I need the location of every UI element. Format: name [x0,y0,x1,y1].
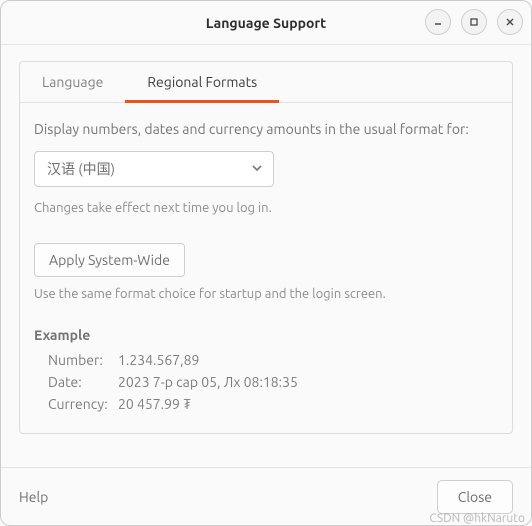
close-button[interactable]: Close [437,480,513,514]
example-number-label: Number: [34,349,114,371]
window-title: Language Support [206,15,326,31]
tab-language[interactable]: Language [20,62,125,102]
tabs-container: Language Regional Formats Display number… [19,61,513,434]
dialog-footer: Help Close [1,467,531,525]
regional-formats-panel: Display numbers, dates and currency amou… [20,103,512,421]
help-button[interactable]: Help [19,489,48,505]
tab-regional-formats[interactable]: Regional Formats [125,62,279,103]
example-block: Example Number: 1.234.567,89 Date: 2023 … [34,327,498,415]
locale-select[interactable]: 汉语 (中国) [34,151,274,187]
titlebar: Language Support [1,1,531,45]
example-currency-label: Currency: [34,393,114,415]
example-date-row: Date: 2023 7-р сар 05, Лх 08:18:35 [34,371,498,393]
example-number-value: 1.234.567,89 [114,349,199,371]
window-controls [425,9,523,35]
close-window-button[interactable] [497,9,523,35]
locale-selected-value: 汉语 (中国) [47,159,115,179]
apply-system-wide-button[interactable]: Apply System-Wide [34,243,185,277]
content-area: Language Regional Formats Display number… [1,45,531,465]
system-wide-hint: Use the same format choice for startup a… [34,287,498,301]
minimize-button[interactable] [425,9,451,35]
example-number-row: Number: 1.234.567,89 [34,349,498,371]
chevron-down-icon [251,161,263,177]
example-currency-value: 20 457.99 ₮ [114,393,191,415]
example-date-label: Date: [34,371,114,393]
example-heading: Example [34,327,498,343]
maximize-button[interactable] [461,9,487,35]
example-currency-row: Currency: 20 457.99 ₮ [34,393,498,415]
restart-hint: Changes take effect next time you log in… [34,201,498,215]
tabs: Language Regional Formats [20,62,512,103]
example-date-value: 2023 7-р сар 05, Лх 08:18:35 [114,371,298,393]
format-description: Display numbers, dates and currency amou… [34,121,498,137]
